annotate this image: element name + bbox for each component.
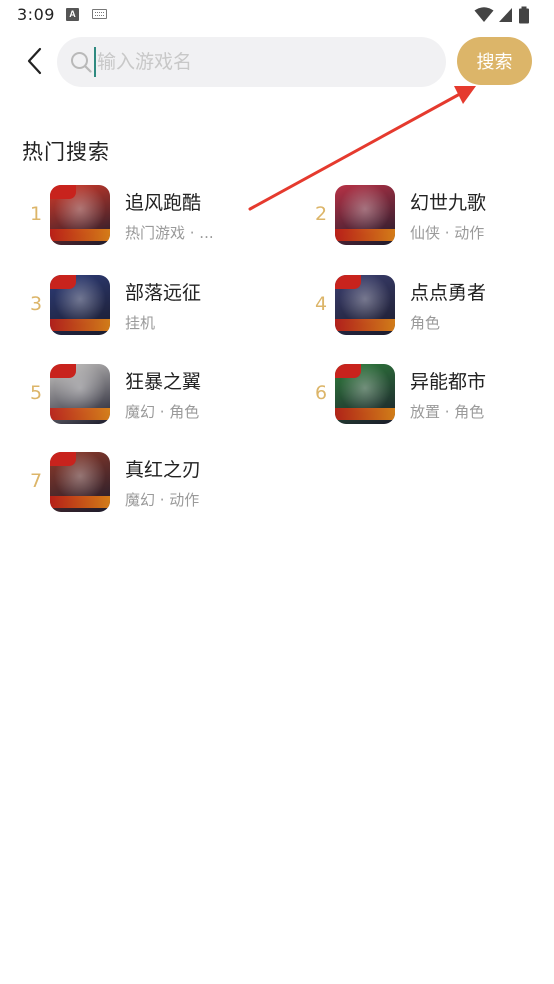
hot-search-item[interactable]: 4 点点勇者角色 — [309, 275, 554, 339]
rank-number: 3 — [29, 293, 43, 315]
status-icons — [474, 6, 538, 24]
status-time: 3:09 — [17, 5, 55, 24]
icon-banner — [335, 229, 395, 241]
game-tags: 魔幻 · 动作 — [125, 491, 200, 509]
game-tags: 挂机 — [125, 314, 156, 332]
game-icon-kuangbao[interactable] — [50, 364, 110, 424]
rank-number: 6 — [314, 382, 328, 404]
game-icon-zhuifeng[interactable] — [50, 185, 110, 245]
game-icon-buluo[interactable] — [50, 275, 110, 335]
wifi-icon — [474, 7, 494, 22]
discount-badge — [335, 275, 361, 289]
status-bar: 3:09 A — [0, 0, 554, 30]
battery-icon — [519, 6, 529, 24]
keyboard-icon — [92, 9, 107, 19]
game-tags: 角色 — [410, 314, 441, 332]
game-icon-huanshi[interactable] — [335, 185, 395, 245]
back-button[interactable] — [18, 44, 52, 78]
icon-banner — [335, 319, 395, 331]
game-name: 狂暴之翼 — [125, 371, 202, 393]
game-icon-zhenhong[interactable] — [50, 452, 110, 512]
search-box[interactable] — [57, 37, 446, 87]
game-tags: 放置 · 角色 — [410, 403, 485, 421]
icon-banner — [335, 408, 395, 420]
discount-badge — [335, 364, 361, 378]
game-name: 部落远征 — [125, 282, 202, 304]
hot-search-item[interactable]: 6 异能都市放置 · 角色 — [309, 364, 554, 428]
search-icon — [71, 52, 92, 73]
chevron-left-icon — [27, 47, 42, 75]
search-button[interactable]: 搜索 — [457, 37, 532, 85]
signal-icon — [499, 8, 512, 22]
rank-number: 7 — [29, 470, 43, 492]
rank-number: 1 — [29, 203, 43, 225]
game-name: 异能都市 — [410, 371, 487, 393]
search-input[interactable] — [97, 37, 427, 87]
discount-badge — [50, 364, 76, 378]
hot-search-item[interactable]: 7 真红之刃魔幻 · 动作 — [24, 452, 284, 516]
hot-search-title: 热门搜索 — [22, 140, 110, 164]
icon-banner — [50, 408, 110, 420]
hot-search-item[interactable]: 3 部落远征挂机 — [24, 275, 284, 339]
discount-badge — [50, 275, 76, 289]
hot-search-item[interactable]: 5 狂暴之翼魔幻 · 角色 — [24, 364, 284, 428]
icon-banner — [50, 496, 110, 508]
game-tags: 魔幻 · 角色 — [125, 403, 200, 421]
rank-number: 5 — [29, 382, 43, 404]
hot-search-item[interactable]: 2 幻世九歌仙侠 · 动作 — [309, 185, 554, 249]
game-icon-diandian[interactable] — [335, 275, 395, 335]
hot-search-item[interactable]: 1 追风跑酷热门游戏 · ... — [24, 185, 284, 249]
rank-number: 4 — [314, 293, 328, 315]
game-name: 真红之刃 — [125, 459, 202, 481]
discount-badge — [50, 452, 76, 466]
icon-banner — [50, 319, 110, 331]
game-name: 点点勇者 — [410, 282, 487, 304]
game-tags: 热门游戏 · ... — [125, 224, 214, 242]
rank-number: 2 — [314, 203, 328, 225]
game-name: 幻世九歌 — [410, 192, 487, 214]
game-name: 追风跑酷 — [125, 192, 202, 214]
notification-a-icon: A — [66, 8, 79, 21]
text-cursor — [94, 47, 96, 77]
discount-badge — [50, 185, 76, 199]
game-tags: 仙侠 · 动作 — [410, 224, 485, 242]
icon-banner — [50, 229, 110, 241]
game-icon-yineng[interactable] — [335, 364, 395, 424]
